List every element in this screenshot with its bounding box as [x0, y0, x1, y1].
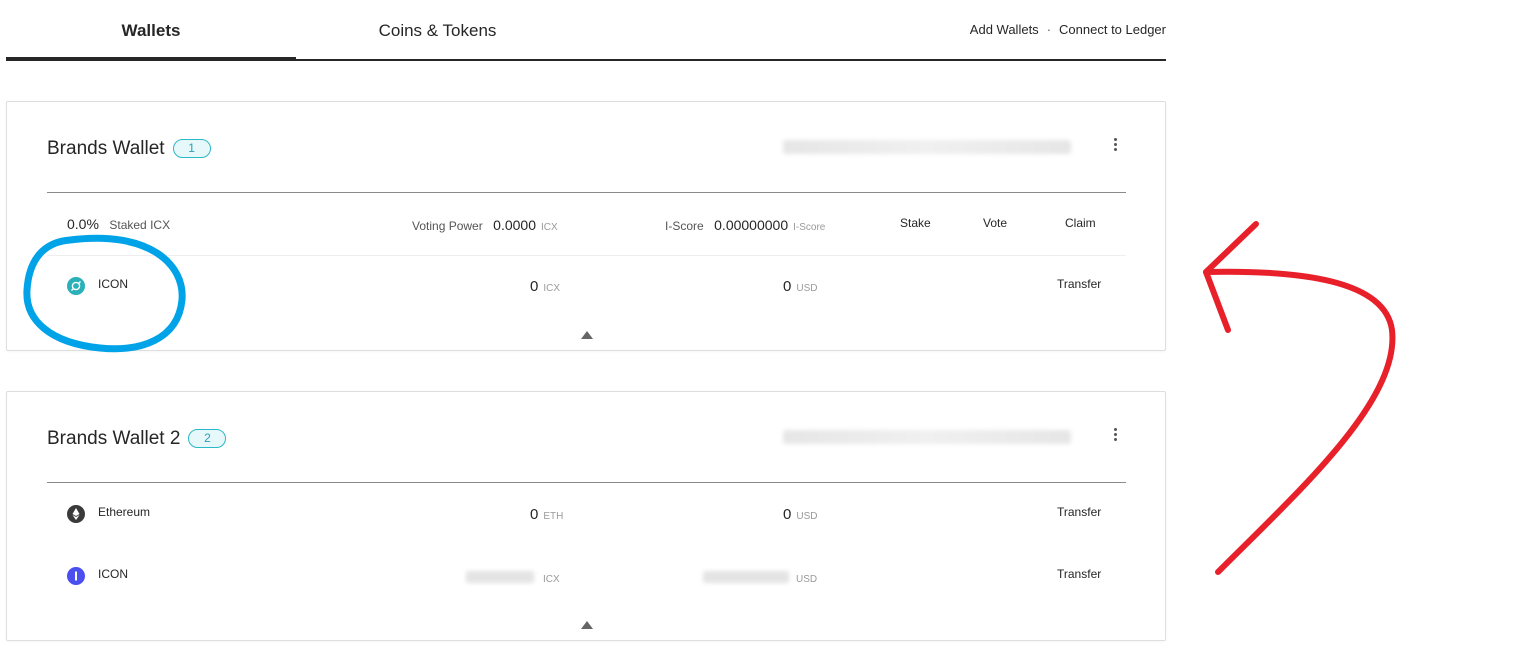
coin-name: ICON	[98, 567, 128, 581]
more-options-icon[interactable]	[1109, 136, 1121, 156]
coin-name: Ethereum	[98, 505, 151, 519]
divider	[47, 192, 1126, 193]
wallet-title: Brands Wallet 2 2	[47, 428, 227, 450]
add-wallets-link[interactable]: Add Wallets	[970, 22, 1039, 37]
tab-wallets[interactable]: Wallets	[6, 0, 296, 61]
voting-power: Voting Power 0.0000 ICX	[412, 217, 558, 235]
coin-balance: 0 ICX	[530, 278, 560, 296]
usd-amount: 0	[783, 506, 792, 523]
usd-amount-blurred	[703, 571, 789, 583]
usd-unit: USD	[796, 511, 818, 522]
more-options-icon[interactable]	[1109, 426, 1121, 446]
iscore-value: 0.00000000	[714, 217, 789, 233]
voting-power-unit: ICX	[541, 222, 558, 233]
coin-unit: ICX	[543, 283, 561, 294]
coin-balance: ICX	[538, 569, 560, 587]
coin-balance: 0 ETH	[530, 506, 563, 524]
tab-coins-tokens[interactable]: Coins & Tokens	[296, 0, 579, 59]
wallet-name: Brands Wallet	[47, 138, 165, 159]
usd-amount: 0	[783, 278, 792, 295]
iscore: I-Score 0.00000000 I-Score	[665, 217, 825, 235]
usd-unit: USD	[796, 574, 818, 585]
iscore-unit: I-Score	[793, 222, 826, 233]
wallet-name: Brands Wallet 2	[47, 428, 181, 449]
coin-amount: 0	[530, 506, 539, 523]
wallet-count-badge: 1	[172, 139, 211, 158]
red-arrow-annotation	[1203, 268, 1396, 575]
wallet-title: Brands Wallet 1	[47, 138, 211, 160]
stake-button[interactable]: Stake	[900, 216, 931, 230]
coin-unit: ICX	[543, 574, 560, 585]
collapse-chevron-icon[interactable]	[581, 621, 593, 629]
voting-power-label: Voting Power	[412, 219, 483, 233]
icx-icon	[67, 567, 85, 585]
claim-button[interactable]: Claim	[1065, 216, 1096, 230]
red-arrowhead-annotation	[1203, 221, 1259, 333]
coin-amount: 0	[530, 278, 539, 295]
coin-amount-blurred	[466, 571, 534, 583]
coin-usd: 0 USD	[783, 278, 817, 296]
transfer-button[interactable]: Transfer	[1057, 505, 1101, 519]
collapse-chevron-icon[interactable]	[581, 331, 593, 339]
top-links: Add Wallets · Connect to Ledger	[970, 22, 1166, 37]
wallet-address-blurred	[783, 140, 1071, 154]
staked-info: 0.0% Staked ICX	[67, 216, 170, 234]
staked-label: Staked ICX	[109, 218, 171, 232]
connect-ledger-link[interactable]: Connect to Ledger	[1059, 22, 1166, 37]
row-divider	[47, 255, 1126, 256]
wallet-card: Brands Wallet 2 2 Ethereum 0 ETH 0 USD Tran…	[6, 391, 1166, 641]
wallet-address-blurred	[783, 430, 1071, 444]
wallet-tabs: Wallets Coins & Tokens Add Wallets · Conne…	[6, 0, 1166, 61]
transfer-button[interactable]: Transfer	[1057, 567, 1101, 581]
divider	[47, 482, 1126, 483]
link-separator: ·	[1046, 22, 1052, 37]
wallet-card: Brands Wallet 1 0.0% Staked ICX Voting Po…	[6, 101, 1166, 351]
ethereum-icon	[67, 505, 85, 523]
coin-name: ICON	[98, 277, 128, 291]
wallet-count-badge: 2	[188, 429, 227, 448]
iscore-label: I-Score	[665, 219, 704, 233]
transfer-button[interactable]: Transfer	[1057, 277, 1101, 291]
coin-usd: 0 USD	[783, 506, 817, 524]
vote-button[interactable]: Vote	[983, 216, 1007, 230]
coin-usd: USD	[791, 569, 817, 587]
voting-power-value: 0.0000	[493, 217, 536, 233]
usd-unit: USD	[796, 283, 818, 294]
staked-percentage: 0.0%	[67, 216, 99, 232]
coin-unit: ETH	[543, 511, 564, 522]
icon-coin-icon	[67, 277, 85, 295]
